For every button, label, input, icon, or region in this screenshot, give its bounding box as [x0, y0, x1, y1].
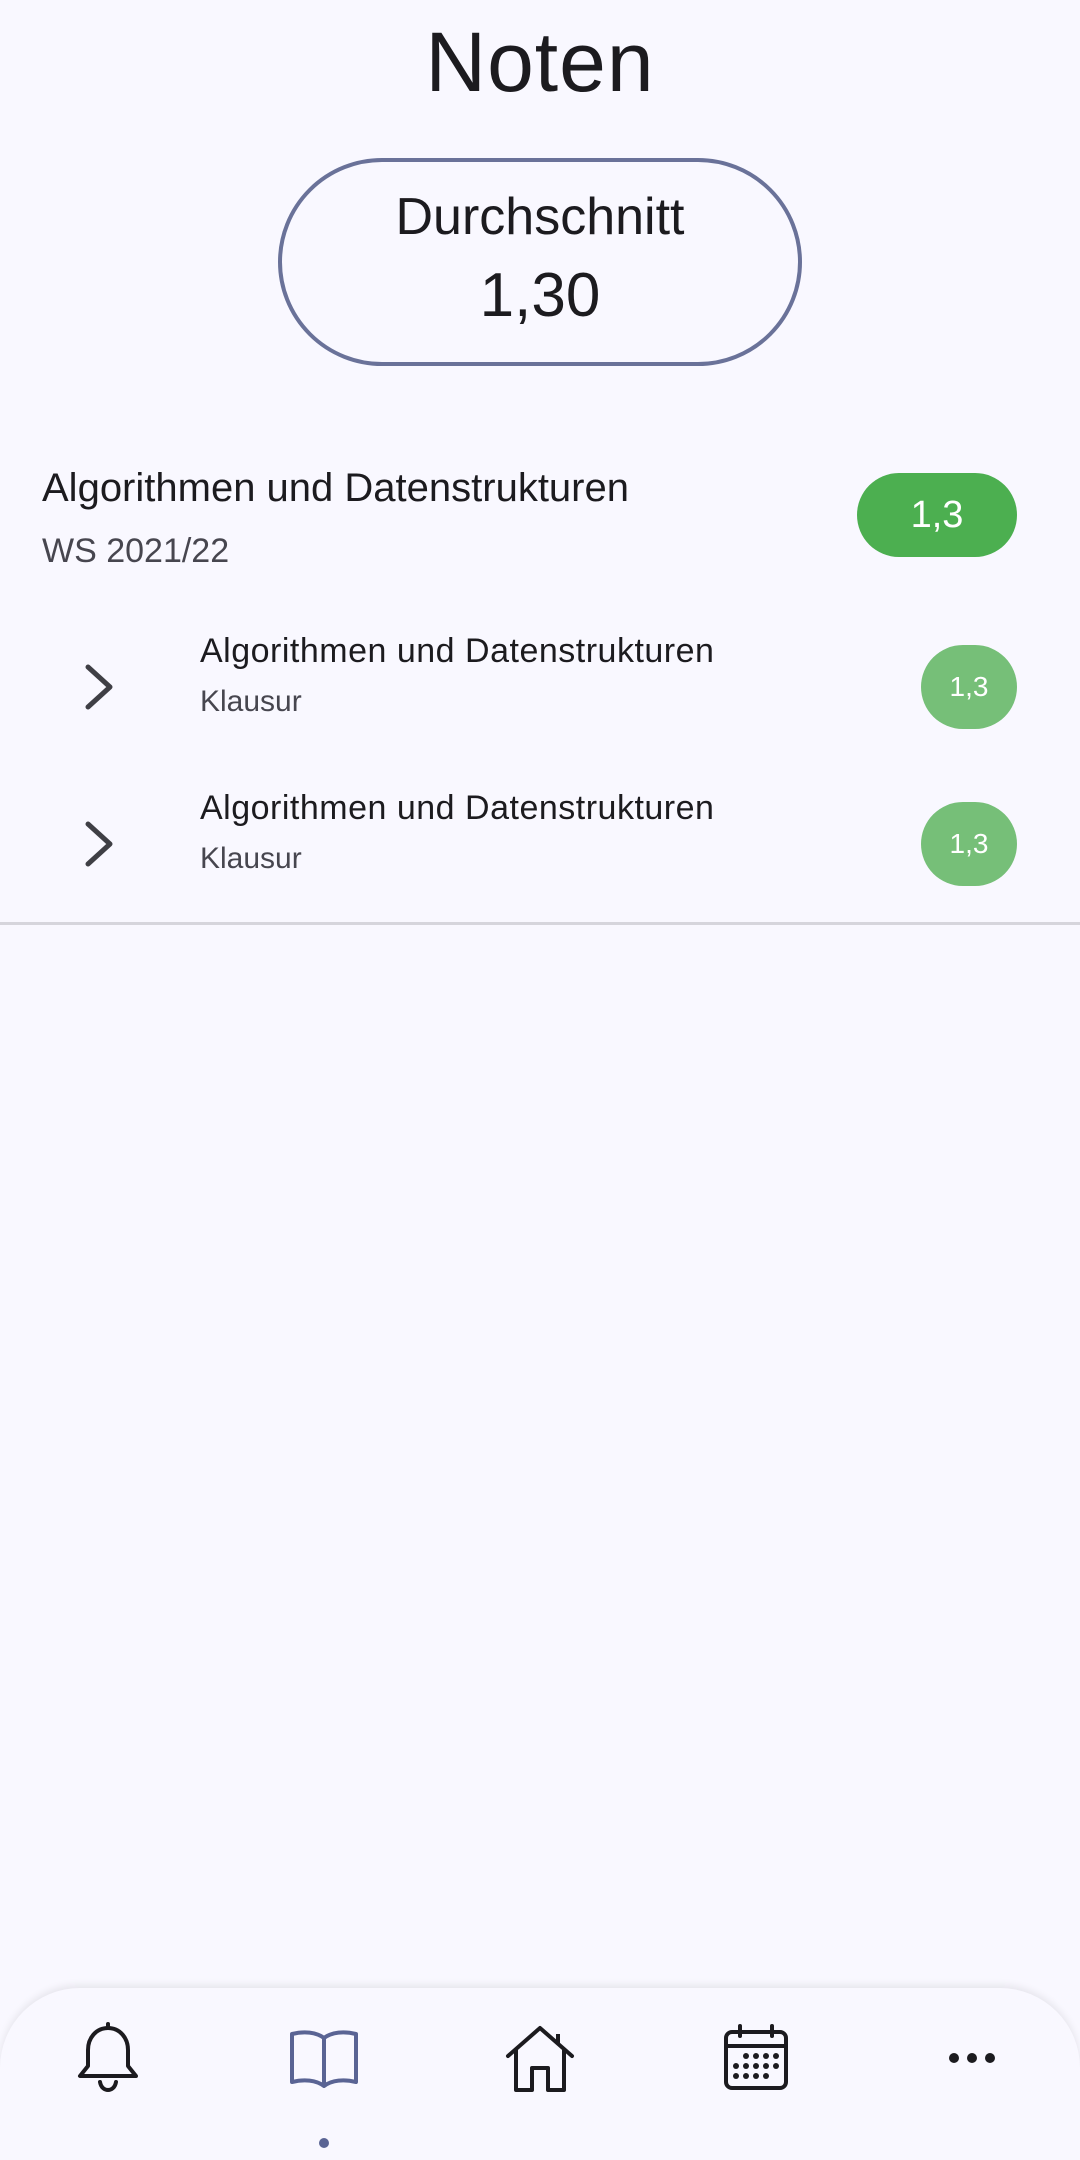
exam-type: Klausur [200, 842, 302, 875]
average-card: Durchschnitt 1,30 [278, 158, 802, 366]
chevron-right-icon[interactable] [80, 818, 120, 870]
bell-icon [78, 2022, 138, 2093]
nav-notifications[interactable] [54, 2018, 162, 2128]
calendar-icon [724, 2024, 788, 2090]
nav-more[interactable] [918, 2018, 1026, 2128]
exam-row[interactable]: Algorithmen und Datenstrukturen Klausur … [0, 615, 1080, 765]
exam-type: Klausur [200, 685, 302, 718]
exam-grade-badge: 1,3 [921, 802, 1017, 886]
home-icon [506, 2026, 574, 2092]
nav-home[interactable] [486, 2018, 594, 2128]
grades-screen: Noten Durchschnitt 1,30 Algorithmen und … [0, 0, 1080, 2160]
exam-name: Algorithmen und Datenstrukturen [200, 632, 715, 670]
module-grade-badge: 1,3 [857, 473, 1017, 557]
exam-row[interactable]: Algorithmen und Datenstrukturen Klausur … [0, 772, 1080, 922]
module-card: Algorithmen und Datenstrukturen WS 2021/… [0, 440, 1080, 925]
nav-calendar[interactable] [702, 2018, 810, 2128]
module-term: WS 2021/22 [42, 532, 230, 570]
module-title: Algorithmen und Datenstrukturen [42, 466, 629, 510]
exam-grade-value: 1,3 [949, 671, 989, 702]
exam-text: Algorithmen und Datenstrukturen Klausur [200, 627, 714, 723]
exam-grade-value: 1,3 [949, 828, 989, 859]
module-grade-value: 1,3 [910, 493, 964, 536]
exam-grade-badge: 1,3 [921, 645, 1017, 729]
page-title: Noten [425, 15, 655, 109]
more-icon [949, 2053, 995, 2063]
average-value: 1,30 [479, 261, 601, 330]
nav-grades[interactable] [270, 2018, 378, 2128]
module-header: Algorithmen und Datenstrukturen WS 2021/… [42, 460, 842, 574]
exam-name: Algorithmen und Datenstrukturen [200, 789, 715, 827]
bottom-navigation [0, 1988, 1080, 2160]
active-indicator [319, 2138, 329, 2148]
exam-text: Algorithmen und Datenstrukturen Klausur [200, 784, 714, 880]
chevron-right-icon[interactable] [80, 661, 120, 713]
book-icon [290, 2030, 358, 2088]
average-label: Durchschnitt [395, 188, 685, 246]
